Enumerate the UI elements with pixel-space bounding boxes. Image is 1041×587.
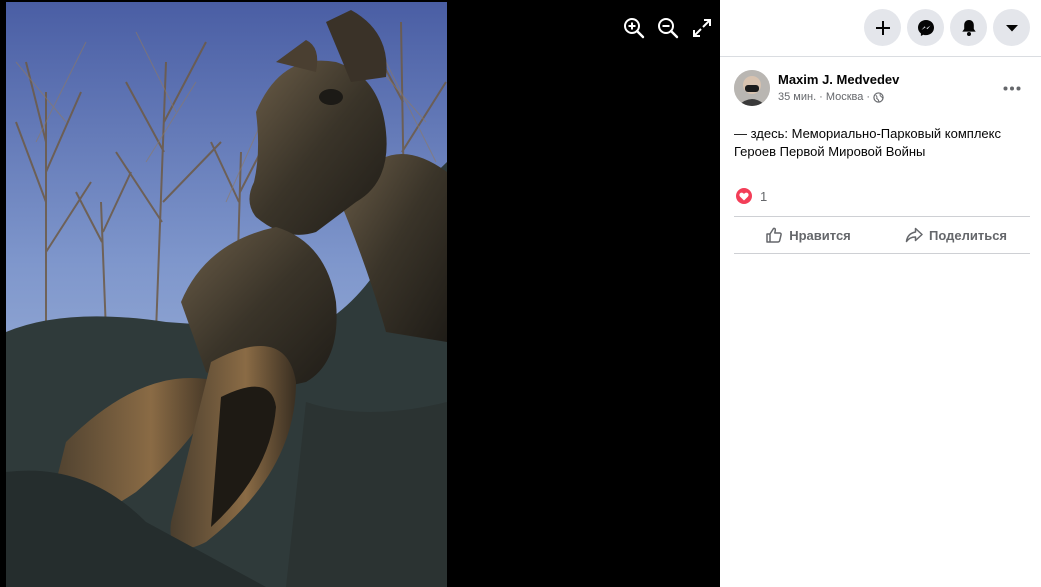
like-button[interactable]: Нравится	[734, 217, 882, 253]
plus-icon	[875, 20, 890, 35]
post-side-panel: Maxim J. Medvedev 35 мин. · Москва · — з…	[720, 0, 1041, 587]
zoom-out-icon	[658, 18, 679, 39]
post-meta: 35 мин. · Москва ·	[778, 91, 884, 103]
fullscreen-button[interactable]	[688, 14, 716, 42]
share-label: Поделиться	[928, 227, 1008, 243]
photo-viewer	[0, 0, 720, 587]
post-text: — здесь: Мемориально-Парковый комплекс Г…	[734, 126, 1001, 159]
post-time[interactable]: 35 мин.	[778, 91, 816, 103]
more-options-icon	[1003, 86, 1021, 90]
post-location[interactable]: Москва	[826, 91, 864, 103]
meta-separator: ·	[866, 91, 871, 103]
messenger-button[interactable]	[907, 9, 944, 46]
account-menu-button[interactable]	[993, 9, 1030, 46]
zoom-in-icon	[624, 18, 645, 39]
messenger-icon	[917, 19, 934, 36]
post-author[interactable]: Maxim J. Medvedev	[778, 72, 899, 87]
post-actions: Нравится Поделиться	[734, 216, 1030, 254]
avatar[interactable]	[734, 70, 770, 106]
love-reaction-icon	[736, 188, 752, 204]
reactions-summary[interactable]: 1	[736, 188, 767, 204]
bell-icon	[961, 19, 976, 36]
post-options-button[interactable]	[999, 78, 1025, 98]
globe-icon	[873, 91, 884, 103]
notifications-button[interactable]	[950, 9, 987, 46]
fullscreen-icon	[693, 19, 711, 37]
thumbs-up-icon	[766, 227, 783, 243]
like-label: Нравится	[789, 227, 851, 243]
share-icon	[905, 227, 923, 243]
zoom-out-button[interactable]	[654, 14, 682, 42]
reaction-count: 1	[760, 188, 768, 204]
post-photo	[6, 2, 447, 587]
meta-separator: ·	[819, 91, 823, 103]
avatar-image	[734, 70, 770, 106]
viewer-toolbar	[620, 14, 716, 42]
zoom-in-button[interactable]	[620, 14, 648, 42]
caret-down-icon	[1005, 24, 1018, 31]
post-header: Maxim J. Medvedev 35 мин. · Москва ·	[734, 70, 1027, 110]
create-button[interactable]	[864, 9, 901, 46]
share-button[interactable]: Поделиться	[882, 217, 1030, 253]
top-bar	[720, 0, 1041, 57]
